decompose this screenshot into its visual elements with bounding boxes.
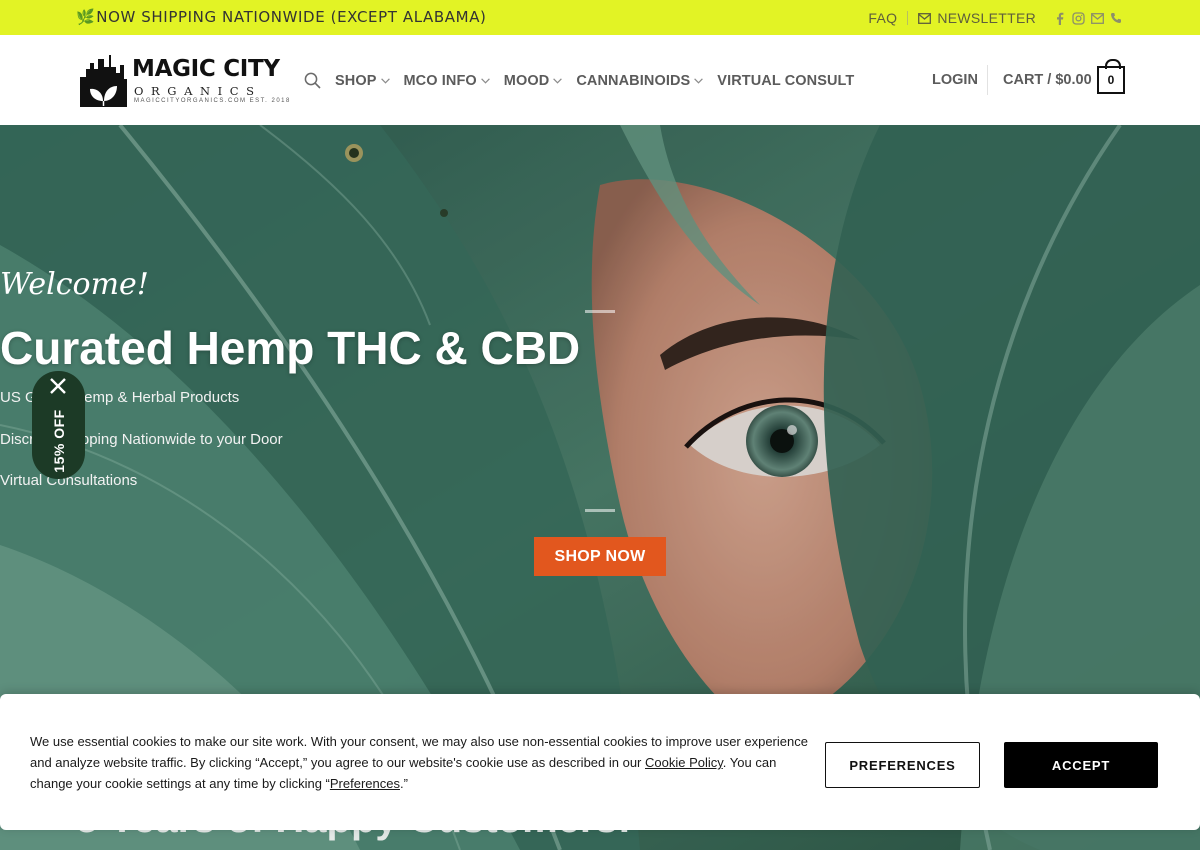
login-link[interactable]: LOGIN <box>932 72 978 88</box>
chevron-down-icon <box>694 77 704 84</box>
welcome-heading: Welcome! <box>0 267 149 302</box>
nav-label: VIRTUAL CONSULT <box>717 72 855 89</box>
close-icon[interactable] <box>49 377 67 395</box>
hero-line-discreet-shipping: Discreet Shipping Nationwide to your Doo… <box>0 431 283 448</box>
facebook-icon[interactable] <box>1054 12 1066 25</box>
cookie-consent-banner: We use essential cookies to make our sit… <box>0 694 1200 830</box>
divider <box>585 310 615 313</box>
nav-item-virtual-consult[interactable]: VIRTUAL CONSULT <box>717 73 854 89</box>
nav-item-shop[interactable]: SHOP <box>335 73 390 89</box>
faq-link[interactable]: FAQ <box>868 10 897 26</box>
nav-label: SHOP <box>335 72 377 89</box>
chevron-down-icon <box>480 77 490 84</box>
cookie-policy-link[interactable]: Cookie Policy <box>645 755 723 770</box>
phone-icon[interactable] <box>1110 12 1122 24</box>
hero-line-us-grown: US Grown Hemp & Herbal Products <box>0 389 240 406</box>
shipping-announcement: 🌿NOW SHIPPING NATIONWIDE (EXCEPT ALABAMA… <box>76 8 487 26</box>
promo-label: 15% OFF <box>51 409 67 473</box>
hero-headline: Curated Hemp THC & CBD <box>0 322 581 374</box>
nav-label: MCO INFO <box>403 72 477 89</box>
logo-tagline: MAGICCITYORGANICS.COM EST. 2018 <box>134 98 291 104</box>
logo-subtitle: ORGANICS <box>134 84 262 98</box>
divider <box>907 11 909 25</box>
envelope-icon[interactable] <box>1091 12 1104 24</box>
cart-link[interactable]: CART / $0.00 <box>1003 72 1092 88</box>
email-icon <box>918 12 932 24</box>
preferences-button[interactable]: PREFERENCES <box>825 742 980 788</box>
nav-label: MOOD <box>503 72 550 89</box>
announcement-text: NOW SHIPPING NATIONWIDE (EXCEPT ALABAMA) <box>96 8 487 26</box>
leaf-icon: 🌿 <box>76 8 96 26</box>
nav-label: CANNABINOIDS <box>576 72 691 89</box>
divider <box>987 65 988 95</box>
search-button[interactable] <box>304 72 321 89</box>
shop-now-button[interactable]: SHOP NOW <box>534 537 666 576</box>
chevron-down-icon <box>553 77 563 84</box>
preferences-link[interactable]: Preferences <box>330 776 400 791</box>
discount-promo-tab[interactable]: 15% OFF <box>32 371 85 479</box>
newsletter-label: NEWSLETTER <box>937 10 1036 26</box>
cookie-text-part: .” <box>399 776 408 791</box>
site-header: MAGIC CITY ORGANICS MAGICCITYORGANICS.CO… <box>0 35 1200 125</box>
newsletter-link[interactable]: NEWSLETTER <box>918 10 1036 26</box>
city-skyline-logo-icon <box>80 55 127 107</box>
cart-count: 0 <box>1107 73 1115 87</box>
top-links: FAQ NEWSLETTER <box>868 9 1122 27</box>
chevron-down-icon <box>380 77 390 84</box>
nav-item-cannabinoids[interactable]: CANNABINOIDS <box>576 72 704 89</box>
logo-name: MAGIC CITY <box>132 56 280 82</box>
nav-item-mco-info[interactable]: MCO INFO <box>404 73 490 89</box>
accept-button[interactable]: ACCEPT <box>1004 742 1158 788</box>
social-icons <box>1054 11 1122 25</box>
divider <box>585 509 615 512</box>
main-nav: SHOP MCO INFO MOOD CANNABINOIDS VIRTUAL … <box>304 72 868 89</box>
cart-icon[interactable]: 0 <box>1097 59 1125 94</box>
cookie-text: We use essential cookies to make our sit… <box>30 731 810 794</box>
magic-city-organics-logo[interactable]: MAGIC CITY ORGANICS MAGICCITYORGANICS.CO… <box>78 55 289 107</box>
search-icon <box>304 72 321 89</box>
nav-item-mood[interactable]: MOOD <box>504 73 563 89</box>
top-announcement-bar: 🌿NOW SHIPPING NATIONWIDE (EXCEPT ALABAMA… <box>0 0 1200 35</box>
hero-line-virtual-consultations: Virtual Consultations <box>0 472 138 489</box>
instagram-icon[interactable] <box>1072 11 1085 25</box>
